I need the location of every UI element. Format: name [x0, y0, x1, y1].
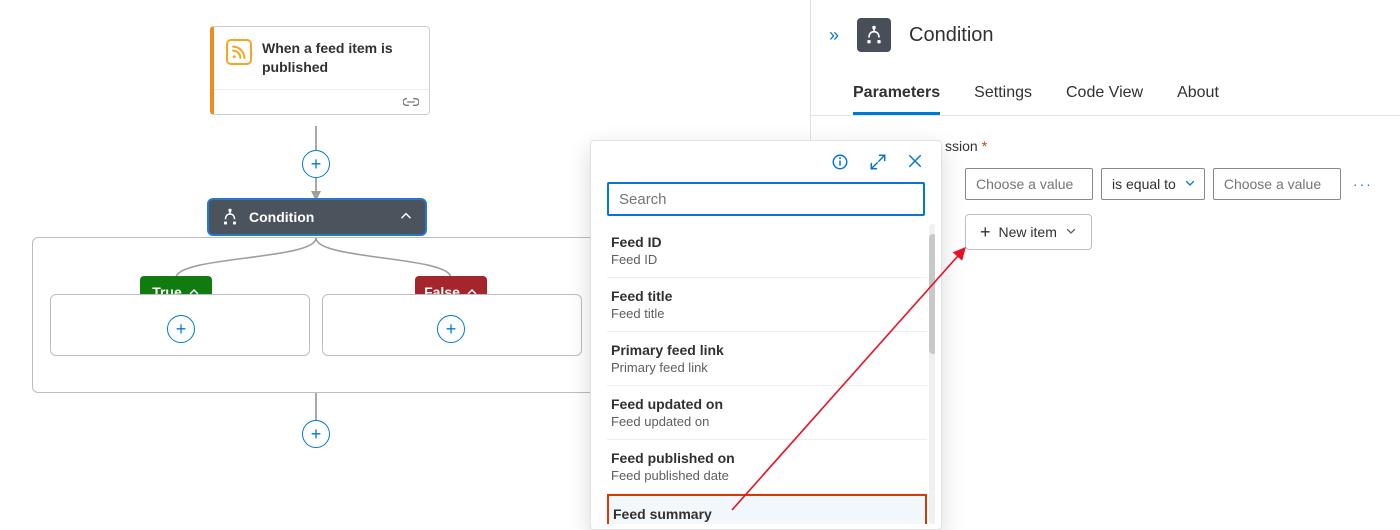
dynamic-item-title: Feed updated on [611, 396, 923, 412]
new-item-label: New item [999, 224, 1057, 240]
dynamic-item-desc: Feed published date [611, 468, 923, 483]
trigger-title: When a feed item is published [262, 39, 417, 77]
dynamic-content-list[interactable]: Feed ID Feed ID Feed title Feed title Primar… [607, 224, 935, 524]
choose-value-right[interactable] [1213, 168, 1341, 200]
close-icon[interactable] [907, 153, 923, 174]
tab-codeview[interactable]: Code View [1066, 84, 1143, 115]
dynamic-search-input[interactable] [607, 182, 925, 216]
tab-parameters[interactable]: Parameters [853, 84, 940, 115]
dynamic-item-title: Feed summary [613, 506, 921, 522]
condition-label: Condition [249, 209, 314, 225]
chevron-up-icon [399, 209, 413, 226]
dynamic-content-popover: Feed ID Feed ID Feed title Feed title Primar… [590, 140, 942, 530]
dynamic-item-desc: Primary feed link [611, 360, 923, 375]
add-step-after-button[interactable]: + [302, 420, 330, 448]
link-icon [403, 94, 419, 110]
tab-settings[interactable]: Settings [974, 84, 1032, 115]
dynamic-item-desc: Feed title [611, 306, 923, 321]
add-action-true-button[interactable]: + [167, 315, 195, 343]
dynamic-content-item[interactable]: Feed updated on Feed updated on [607, 386, 927, 440]
scrollbar-thumb[interactable] [929, 234, 935, 354]
expand-icon[interactable] [869, 153, 887, 174]
dynamic-content-item[interactable]: Feed title Feed title [607, 278, 927, 332]
dynamic-item-title: Primary feed link [611, 342, 923, 358]
trigger-card[interactable]: When a feed item is published [210, 26, 430, 115]
tab-about[interactable]: About [1177, 84, 1219, 115]
branch-icon [221, 208, 239, 226]
info-icon[interactable] [831, 153, 849, 174]
panel-tabs: Parameters Settings Code View About [811, 58, 1400, 116]
branch-icon [857, 18, 891, 52]
dynamic-item-title: Feed published on [611, 450, 923, 466]
new-item-button[interactable]: + New item [965, 214, 1092, 250]
dynamic-item-desc: Feed updated on [611, 414, 923, 429]
dynamic-content-item[interactable]: Feed published on Feed published date [607, 440, 927, 494]
collapse-panel-icon[interactable]: » [829, 25, 839, 46]
panel-title: Condition [909, 24, 994, 47]
dynamic-item-title: Feed title [611, 288, 923, 304]
add-step-button[interactable]: + [302, 150, 330, 178]
dynamic-content-item[interactable]: Feed summaryFeed item summary [607, 494, 927, 524]
dynamic-item-desc: Feed ID [611, 252, 923, 267]
dynamic-item-title: Feed ID [611, 234, 923, 250]
chevron-down-icon [1184, 176, 1196, 192]
operator-value: is equal to [1112, 176, 1176, 192]
chevron-down-icon [1065, 224, 1077, 240]
condition-card[interactable]: Condition [207, 198, 427, 236]
operator-select[interactable]: is equal to [1101, 168, 1205, 200]
more-options-button[interactable]: ··· [1349, 176, 1377, 192]
dynamic-content-item[interactable]: Primary feed link Primary feed link [607, 332, 927, 386]
rss-icon [226, 39, 252, 65]
dynamic-content-item[interactable]: Feed ID Feed ID [607, 224, 927, 278]
add-action-false-button[interactable]: + [437, 315, 465, 343]
choose-value-left[interactable] [965, 168, 1093, 200]
